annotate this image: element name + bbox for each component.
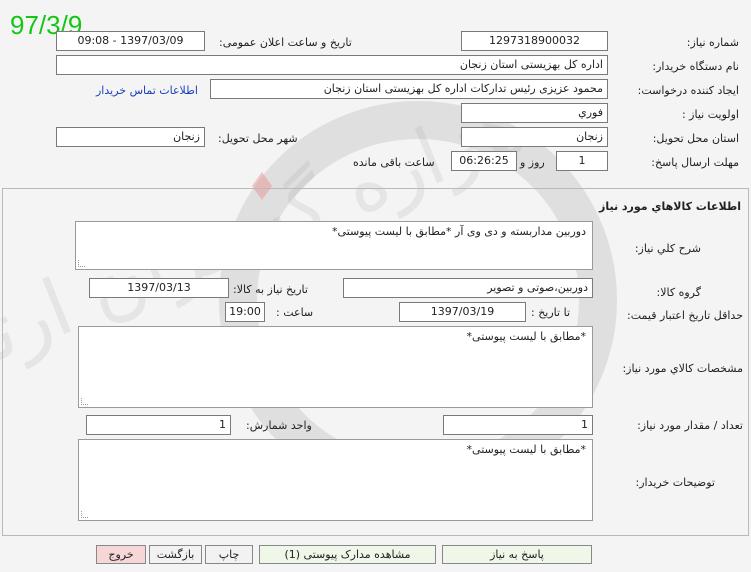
respond-button[interactable]: پاسخ به نیاز [442,545,592,564]
validity-time-label: ساعت : [276,306,314,319]
days-remaining-field: 1 [556,151,608,171]
unit-field: 1 [86,415,231,435]
quantity-label: تعداد / مقدار مورد نیاز: [637,419,743,432]
delivery-province-label: استان محل تحویل: [652,132,739,145]
creator-label: ایجاد کننده درخواست: [637,84,739,97]
specs-text: *مطابق با لیست پیوستی* [466,330,586,343]
time-remaining-suffix: ساعت باقی مانده [353,156,435,169]
announce-date-label: تاریخ و ساعت اعلان عمومی: [219,36,352,49]
buyer-org-label: نام دستگاه خریدار: [652,60,739,73]
validity-time-field: 19:00 [225,302,265,322]
resize-grip-icon [78,260,85,267]
goods-group-label: گروه کالا: [656,286,701,299]
need-summary-textarea[interactable]: دوربین مداربسته و دی وی آر *مطابق با لیس… [75,221,593,270]
need-summary-label: شرح کلي نياز: [634,242,701,255]
need-number-field: 1297318900032 [461,31,608,51]
delivery-city-label: شهر محل تحویل: [218,132,298,145]
need-number-label: شماره نیاز: [686,36,739,49]
announce-date-field: 1397/03/09 - 09:08 [56,31,205,51]
specs-textarea[interactable]: *مطابق با لیست پیوستی* [78,326,593,408]
until-date-label: تا تاریخ : [531,306,570,319]
creator-field: محمود عزیزی رئیس تدارکات اداره کل بهزیست… [210,79,608,99]
goods-section-title: اطلاعات کالاهاي مورد نياز [599,200,741,213]
buyer-notes-label: توضيحات خريدار: [635,476,716,489]
buyer-notes-textarea[interactable]: *مطابق با لیست پیوستی* [78,439,593,521]
time-remaining-field: 06:26:25 [451,151,517,171]
goods-group-field: دوربین،صوتی و تصویر [343,278,593,298]
priority-label: اولویت نیاز : [681,108,739,121]
view-attachments-button[interactable]: مشاهده مدارک پیوستی (1) [259,545,436,564]
need-date-field: 1397/03/13 [89,278,229,298]
days-suffix: روز و [520,156,545,169]
print-button[interactable]: چاپ [205,545,253,564]
priority-field: فوري [461,103,608,123]
need-summary-text: دوربین مداربسته و دی وی آر *مطابق با لیس… [332,225,586,238]
delivery-city-field: زنجان [56,127,205,147]
response-deadline-label: مهلت ارسال پاسخ: [651,156,739,169]
buyer-notes-text: *مطابق با لیست پیوستی* [466,443,586,456]
resize-grip-icon [81,398,88,405]
price-validity-label: حداقل تاریخ اعتبار قیمت: [627,309,743,322]
buyer-org-field: اداره کل بهزیستی استان زنجان [56,55,608,75]
specs-label: مشخصات کالاي مورد نياز: [622,362,743,375]
exit-button[interactable]: خروج [96,545,146,564]
need-date-label: تاریخ نیاز به کالا: [233,283,308,296]
resize-grip-icon [81,511,88,518]
quantity-field: 1 [443,415,593,435]
delivery-province-field: زنجان [461,127,608,147]
buyer-contact-link[interactable]: اطلاعات تماس خریدار [96,84,198,97]
unit-label: واحد شمارش: [246,419,312,432]
back-button[interactable]: بازگشت [149,545,202,564]
until-date-field: 1397/03/19 [399,302,526,322]
